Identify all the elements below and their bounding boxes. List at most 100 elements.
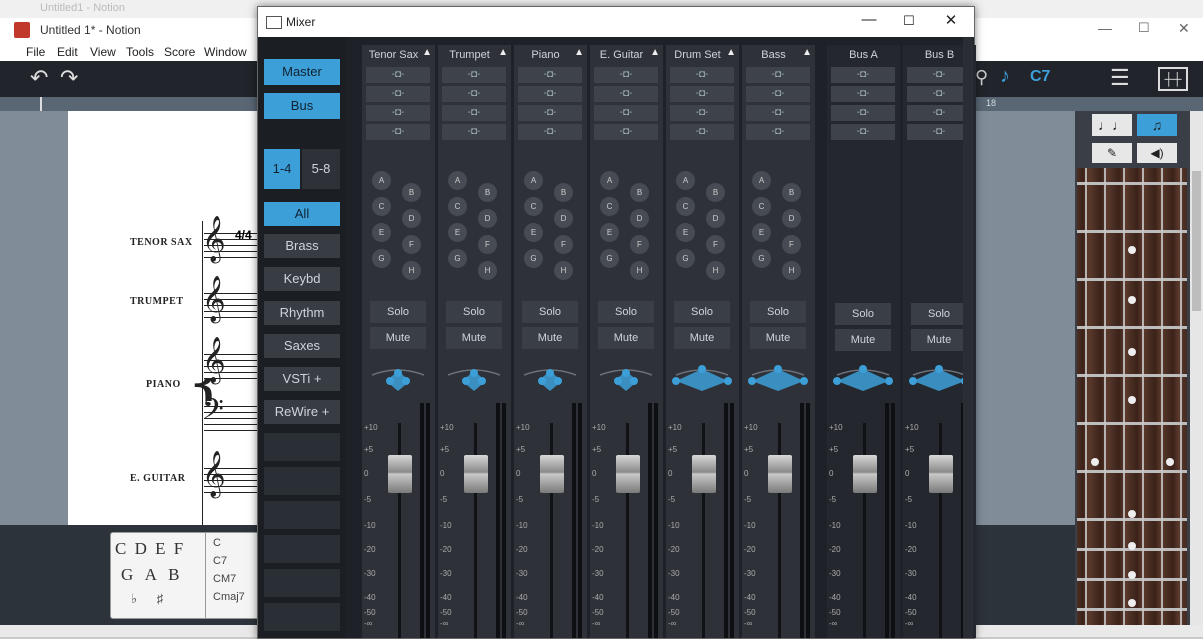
channel-menu-icon[interactable]: ▲	[574, 47, 584, 58]
send-knob[interactable]: A	[524, 171, 543, 190]
mute-button[interactable]: Mute	[598, 327, 654, 349]
maximize-icon[interactable]: ☐	[1138, 20, 1150, 36]
list-icon[interactable]: ☰	[1110, 65, 1130, 91]
insert-slot[interactable]: -◘-	[366, 86, 430, 102]
pan-control[interactable]	[748, 361, 808, 395]
fader-handle[interactable]	[768, 455, 792, 493]
send-knob[interactable]: F	[402, 235, 421, 254]
pan-control[interactable]	[909, 361, 969, 395]
send-knob[interactable]: F	[630, 235, 649, 254]
fader-handle[interactable]	[464, 455, 488, 493]
insert-slot[interactable]: -◘-	[907, 67, 971, 83]
insert-slot[interactable]: -◘-	[746, 124, 810, 140]
mute-button[interactable]: Mute	[750, 327, 806, 349]
mic-stand-icon[interactable]: ⚲	[975, 67, 988, 88]
pan-control[interactable]	[444, 361, 504, 395]
send-knob[interactable]: G	[676, 249, 695, 268]
insert-slot[interactable]: -◘-	[594, 86, 658, 102]
add-vsti-icon[interactable]: +	[314, 371, 322, 386]
mute-button[interactable]: Mute	[446, 327, 502, 349]
mute-button[interactable]: Mute	[522, 327, 578, 349]
insert-slot[interactable]: -◘-	[366, 124, 430, 140]
insert-slot[interactable]: -◘-	[366, 105, 430, 121]
speaker-icon[interactable]: ◀)	[1137, 143, 1177, 163]
solo-button[interactable]: Solo	[598, 301, 654, 323]
redo-icon[interactable]: ↷	[60, 65, 78, 91]
send-knob[interactable]: G	[524, 249, 543, 268]
vsti-button[interactable]: VSTi +	[264, 367, 340, 391]
note-row-1[interactable]: C D E F	[115, 539, 185, 559]
filter-all-button[interactable]: All	[264, 202, 340, 226]
send-knob[interactable]: F	[706, 235, 725, 254]
send-knob[interactable]: D	[478, 209, 497, 228]
fader-handle[interactable]	[692, 455, 716, 493]
mute-button[interactable]: Mute	[911, 329, 967, 351]
send-knob[interactable]: B	[706, 183, 725, 202]
send-knob[interactable]: B	[782, 183, 801, 202]
menu-view[interactable]: View	[90, 45, 116, 59]
insert-slot[interactable]: -◘-	[442, 105, 506, 121]
send-knob[interactable]: C	[676, 197, 695, 216]
send-knob[interactable]: A	[372, 171, 391, 190]
insert-slot[interactable]: -◘-	[831, 86, 895, 102]
send-knob[interactable]: G	[752, 249, 771, 268]
insert-slot[interactable]: -◘-	[670, 105, 734, 121]
master-button[interactable]: Master	[264, 59, 340, 85]
mute-button[interactable]: Mute	[674, 327, 730, 349]
send-knob[interactable]: G	[600, 249, 619, 268]
send-knob[interactable]: F	[478, 235, 497, 254]
range-5-8-button[interactable]: 5-8	[302, 149, 340, 189]
insert-slot[interactable]: -◘-	[594, 67, 658, 83]
send-knob[interactable]: C	[448, 197, 467, 216]
insert-slot[interactable]: -◘-	[831, 105, 895, 121]
rewire-button[interactable]: ReWire +	[264, 400, 340, 424]
chord-option[interactable]: C7	[213, 555, 227, 567]
add-rewire-icon[interactable]: +	[322, 404, 330, 419]
channel-menu-icon[interactable]: ▲	[498, 47, 508, 58]
insert-slot[interactable]: -◘-	[594, 105, 658, 121]
insert-slot[interactable]: -◘-	[831, 67, 895, 83]
filter-brass-button[interactable]: Brass	[264, 234, 340, 258]
insert-slot[interactable]: -◘-	[518, 67, 582, 83]
send-knob[interactable]: H	[478, 261, 497, 280]
send-knob[interactable]: F	[554, 235, 573, 254]
menu-score[interactable]: Score	[164, 45, 195, 59]
pan-control[interactable]	[368, 361, 428, 395]
send-knob[interactable]: G	[372, 249, 391, 268]
send-knob[interactable]: F	[782, 235, 801, 254]
notes-icon[interactable]: ♩♩	[1092, 114, 1132, 136]
chord-option[interactable]: C	[213, 537, 221, 549]
filter-rhythm-button[interactable]: Rhythm	[264, 301, 340, 325]
send-knob[interactable]: D	[402, 209, 421, 228]
pan-control[interactable]	[520, 361, 580, 395]
insert-slot[interactable]: -◘-	[831, 124, 895, 140]
insert-slot[interactable]: -◘-	[442, 86, 506, 102]
send-knob[interactable]: H	[630, 261, 649, 280]
undo-icon[interactable]: ↶	[30, 65, 48, 91]
insert-slot[interactable]: -◘-	[518, 124, 582, 140]
fader-handle[interactable]	[616, 455, 640, 493]
insert-slot[interactable]: -◘-	[907, 105, 971, 121]
insert-slot[interactable]: -◘-	[670, 124, 734, 140]
insert-slot[interactable]: -◘-	[746, 86, 810, 102]
send-knob[interactable]: B	[554, 183, 573, 202]
close-icon[interactable]: ✕	[936, 11, 966, 29]
send-knob[interactable]: B	[478, 183, 497, 202]
insert-slot[interactable]: -◘-	[442, 67, 506, 83]
send-knob[interactable]: A	[600, 171, 619, 190]
pan-control[interactable]	[833, 361, 893, 395]
scrollbar-thumb[interactable]	[1192, 171, 1201, 311]
channel-name[interactable]: Bus A	[827, 47, 900, 63]
send-knob[interactable]: C	[752, 197, 771, 216]
menu-edit[interactable]: Edit	[57, 45, 78, 59]
send-knob[interactable]: E	[448, 223, 467, 242]
send-knob[interactable]: E	[372, 223, 391, 242]
minimize-icon[interactable]: —	[1098, 20, 1112, 36]
insert-slot[interactable]: -◘-	[670, 86, 734, 102]
bus-button[interactable]: Bus	[264, 93, 340, 119]
chord-notes-icon[interactable]: ♫	[1137, 114, 1177, 136]
guitar-fretboard[interactable]	[1077, 168, 1187, 625]
fader-handle[interactable]	[929, 455, 953, 493]
menu-tools[interactable]: Tools	[126, 45, 154, 59]
pan-control[interactable]	[672, 361, 732, 395]
